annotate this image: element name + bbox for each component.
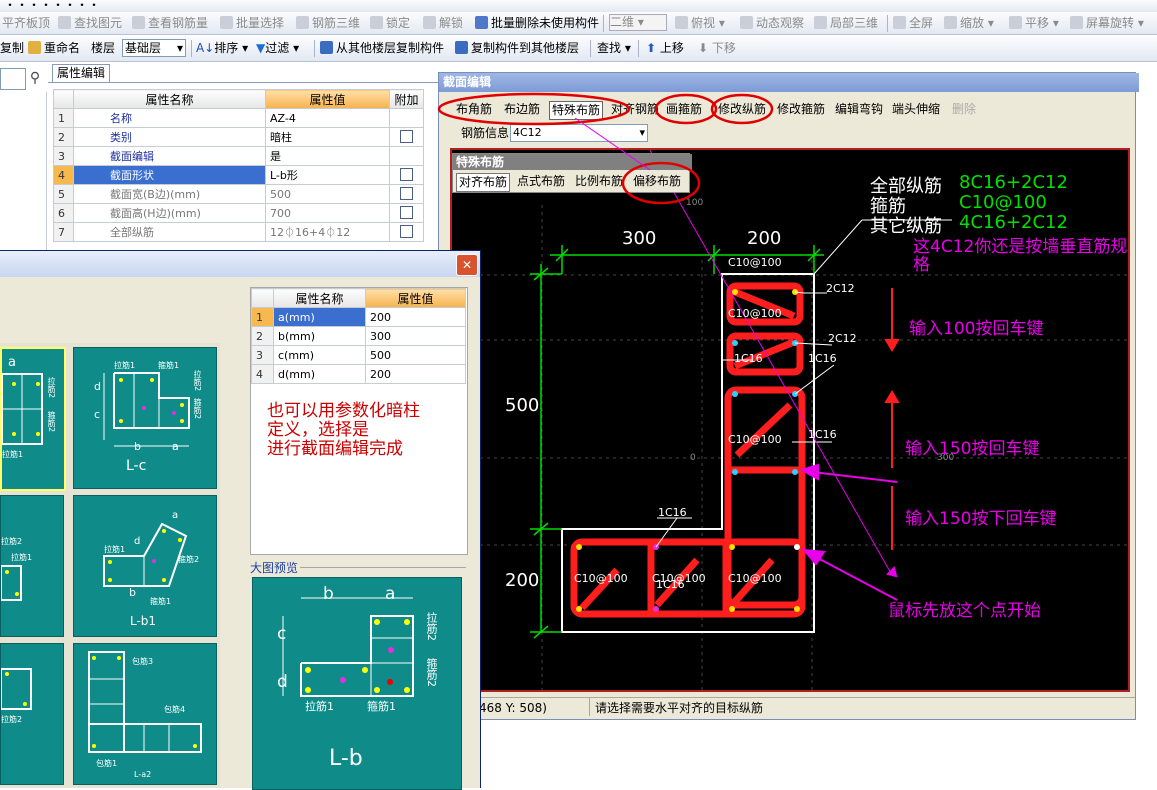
shape-tile-l-a2[interactable]: 包筋3 包筋4 包筋1 L-a2 xyxy=(73,643,217,785)
tile-label: 拉筋2 xyxy=(47,377,56,399)
shape-tile-l-partial-3[interactable]: 拉筋2 xyxy=(0,643,64,785)
tile-dim: a xyxy=(172,440,179,453)
shape-tile-l-c[interactable]: 拉筋1 箍筋1 拉筋2 箍筋2 d c b a L-c xyxy=(73,347,217,489)
preview-dim-c: c xyxy=(277,624,287,644)
tile-dim: d xyxy=(134,536,141,547)
tile-label: 包筋1 xyxy=(96,759,118,768)
tile-dim: a xyxy=(8,355,16,370)
col-header-value: 属性值 xyxy=(365,288,466,308)
table-row[interactable]: 4 d(mm) 200 xyxy=(251,364,466,384)
row-number: 2 xyxy=(251,326,274,346)
tile-drawing xyxy=(1,565,22,601)
preview-label-gu2: 箍筋2 xyxy=(425,658,438,687)
tile-title: L-c xyxy=(126,458,147,474)
table-row[interactable]: 2 b(mm) 300 xyxy=(251,326,466,346)
tile-label: 拉筋1 xyxy=(2,450,24,459)
param-name: d(mm) xyxy=(273,364,366,384)
col-header-blank xyxy=(251,288,274,308)
shape-dialog-titlebar[interactable] xyxy=(0,251,480,277)
col-header-name: 属性名称 xyxy=(273,288,366,308)
param-name: c(mm) xyxy=(273,345,366,365)
tile-label: 拉筋2 xyxy=(1,537,23,546)
tile-label: 箍筋2 xyxy=(193,398,202,420)
preview-dim-b: b xyxy=(323,584,334,604)
tile-label: 包筋3 xyxy=(132,657,154,666)
shape-tile-l-b1[interactable]: 箍筋2 箍筋1 拉筋1 b d a L-b1 xyxy=(73,495,217,637)
tile-label: 箍筋2 xyxy=(178,555,200,564)
tile-label: 拉筋1 xyxy=(114,361,136,370)
row-number: 4 xyxy=(251,364,274,384)
tile-dim: b xyxy=(134,440,141,453)
param-name: a(mm) xyxy=(273,307,366,327)
param-value[interactable]: 200 xyxy=(365,364,466,384)
preview-divider xyxy=(300,567,466,568)
row-number: 1 xyxy=(251,307,274,327)
preview-label-la2: 拉筋2 xyxy=(425,612,438,641)
tile-label: 箍筋1 xyxy=(150,597,172,606)
tile-label: 箍筋1 xyxy=(158,361,180,370)
preview-image: b a c d 拉筋1 箍筋1 拉筋2 箍筋2 L-b xyxy=(252,577,462,790)
row-number: 3 xyxy=(251,345,274,365)
preview-label: 大图预览 xyxy=(250,561,299,575)
tile-title: L-a2 xyxy=(134,770,152,779)
tile-title: L-b1 xyxy=(130,614,157,628)
tile-label: 拉筋1 xyxy=(11,553,33,562)
tile-label: 拉筋1 xyxy=(104,545,126,554)
table-row[interactable]: 3 c(mm) 500 xyxy=(251,345,466,365)
shape-tile-l-partial-1[interactable]: a 拉筋2 箍筋2 拉筋1 xyxy=(0,347,66,491)
param-value[interactable]: 500 xyxy=(365,345,466,365)
annotation-note: 也可以用参数化暗柱 定义，选择是 进行截面编辑完成 xyxy=(267,401,420,459)
preview-title: L-b xyxy=(329,746,363,771)
preview-label-la1: 拉筋1 xyxy=(305,700,334,713)
shape-tile-l-partial-2[interactable]: 拉筋2 拉筋1 xyxy=(0,495,64,637)
param-panel: 属性名称 属性值 1 a(mm) 200 2 b(mm) 300 3 c(mm)… xyxy=(250,287,468,555)
tile-dim: a xyxy=(172,510,179,521)
close-icon: ✕ xyxy=(461,258,473,272)
preview-dim-a: a xyxy=(385,584,396,604)
table-row-selected[interactable]: 1 a(mm) 200 xyxy=(251,307,466,327)
tile-dim: d xyxy=(94,380,101,393)
param-value[interactable]: 200 xyxy=(365,307,466,327)
close-button[interactable]: ✕ xyxy=(456,254,478,276)
tile-dim: b xyxy=(129,586,136,599)
tile-label: 拉筋2 xyxy=(1,715,23,724)
preview-dim-d: d xyxy=(277,672,288,692)
tile-label: 拉筋2 xyxy=(193,370,202,392)
tile-label: 包筋4 xyxy=(164,705,186,714)
param-table: 属性名称 属性值 1 a(mm) 200 2 b(mm) 300 3 c(mm)… xyxy=(251,288,466,384)
preview-label-gu1: 箍筋1 xyxy=(367,700,396,713)
tile-dim: c xyxy=(94,408,101,421)
tile-label: 箍筋2 xyxy=(47,411,56,433)
param-name: b(mm) xyxy=(273,326,366,346)
param-value[interactable]: 300 xyxy=(365,326,466,346)
shape-select-dialog: ✕ a 拉筋2 箍筋2 拉筋1 拉筋1 箍筋1 拉筋2 箍筋2 d c b a … xyxy=(0,250,481,790)
